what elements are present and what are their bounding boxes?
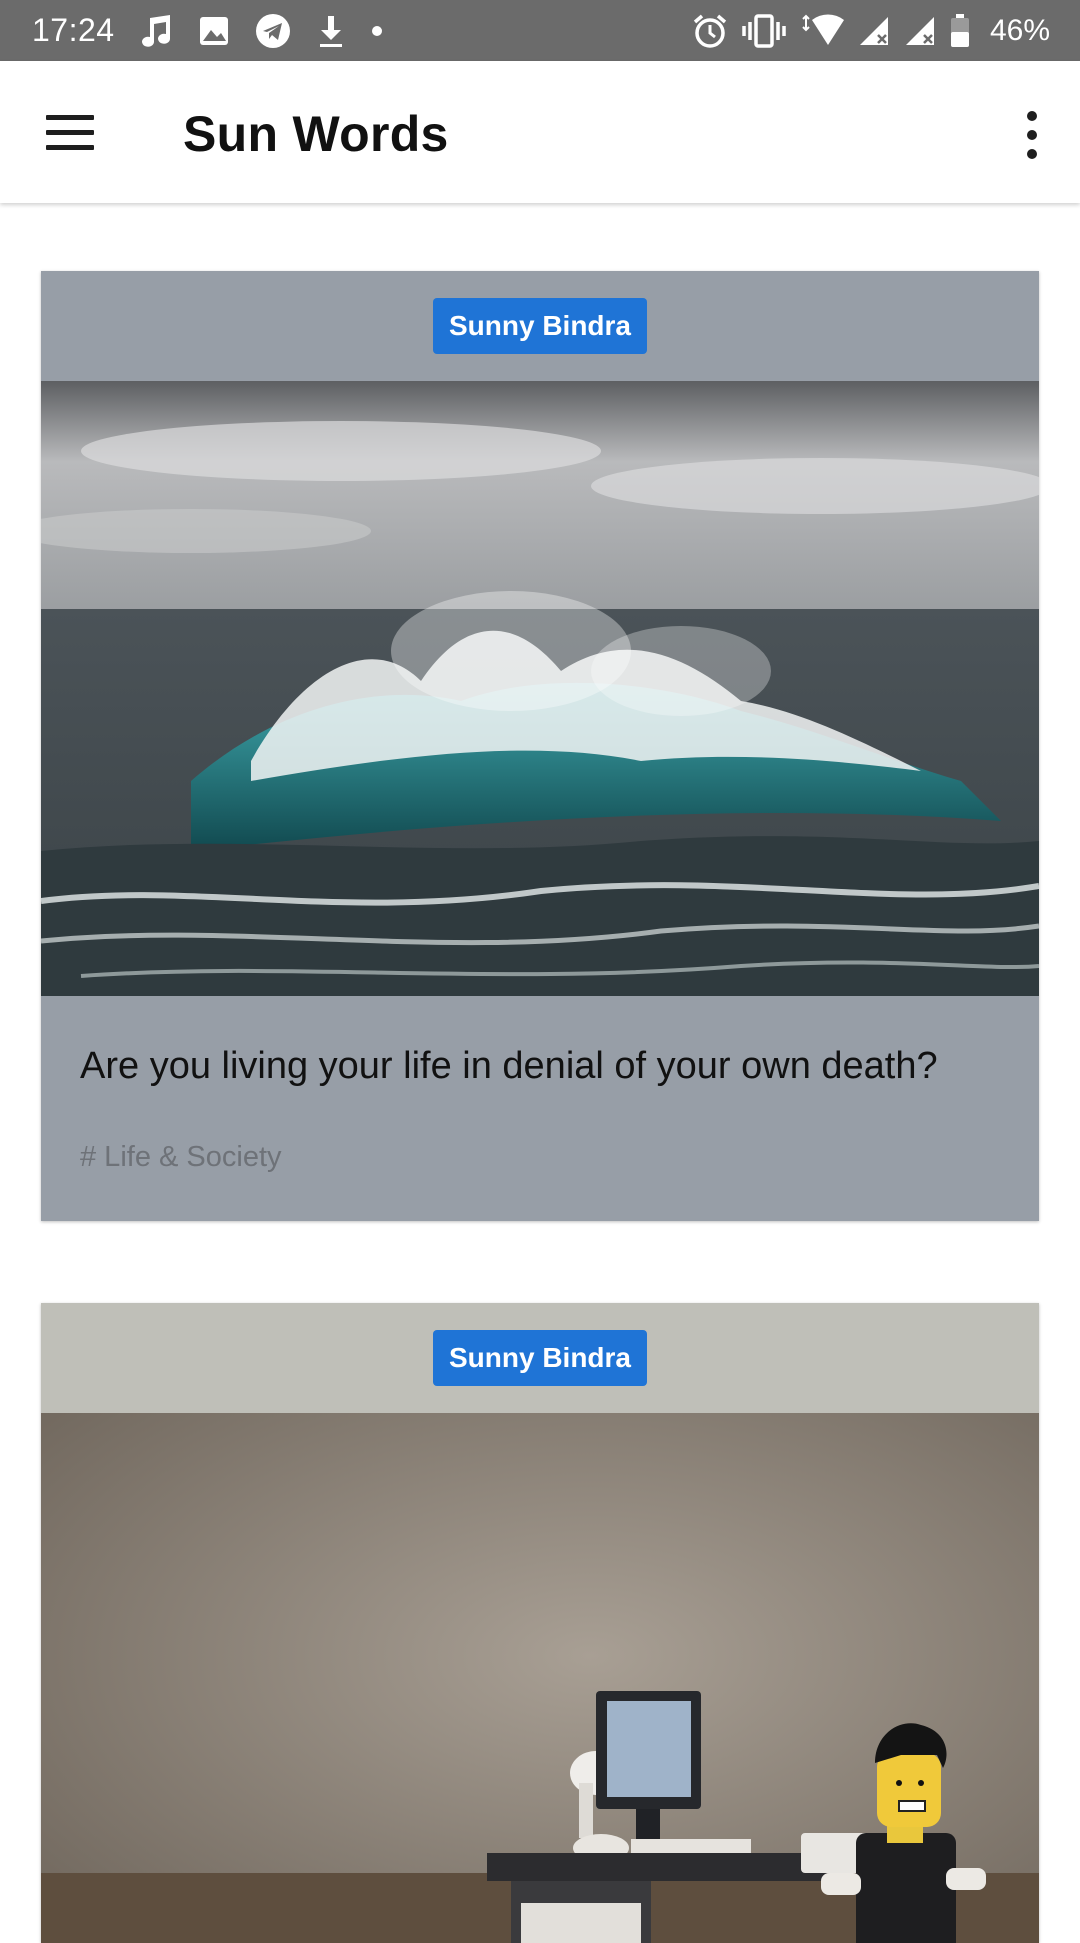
author-chip[interactable]: Sunny Bindra [432,298,647,354]
post-title[interactable]: Are you living your life in denial of yo… [41,996,1039,1091]
post-tag[interactable]: # Life & Society [41,1091,1039,1174]
dot-icon [371,25,383,37]
hamburger-menu-icon[interactable] [38,105,94,161]
vibrate-icon [742,13,786,48]
telegram-icon [255,13,291,49]
post-card[interactable]: Sunny Bindra [41,271,1039,1221]
download-icon [317,14,345,48]
alarm-icon [692,13,728,49]
app-title: Sun Words [183,106,449,162]
post-card[interactable]: Sunny Bindra [41,1303,1039,1943]
more-vert-icon[interactable] [1014,105,1050,165]
status-bar: 17:24 46% [0,0,1080,61]
image-icon [199,16,229,46]
author-chip[interactable]: Sunny Bindra [432,1330,647,1386]
ocean-wave-photo[interactable] [41,381,1039,996]
signal-icon [858,15,890,47]
wifi-icon [800,13,844,48]
lego-office-worker-photo[interactable] [41,1413,1039,1943]
author-row: Sunny Bindra [41,1303,1039,1413]
signal-icon [904,15,936,47]
author-row: Sunny Bindra [41,271,1039,381]
battery-icon [950,13,970,48]
battery-percent: 46% [989,13,1050,47]
music-note-icon [141,14,173,48]
app-bar: Sun Words [0,61,1080,203]
status-time: 17:24 [32,12,115,48]
